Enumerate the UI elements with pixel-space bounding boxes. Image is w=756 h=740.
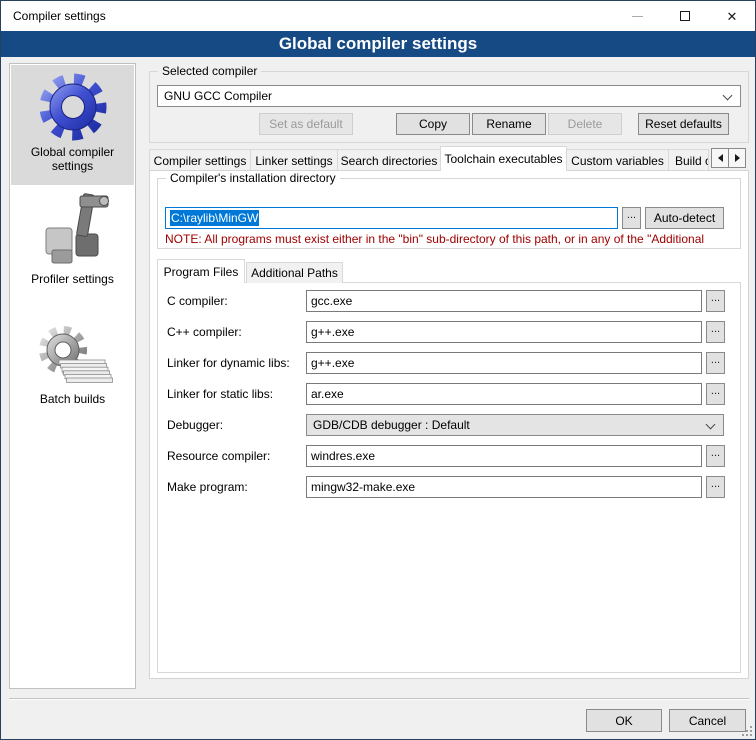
resource-compiler-value: windres.exe (311, 449, 375, 463)
group-legend: Compiler's installation directory (166, 171, 340, 185)
c-compiler-input[interactable]: gcc.exe (306, 290, 702, 312)
titlebar: Compiler settings ✕ (1, 1, 755, 31)
tab-scroll-right-button[interactable] (728, 148, 746, 168)
resource-compiler-browse-button[interactable]: ... (706, 445, 725, 467)
rename-button[interactable]: Rename (472, 113, 546, 135)
cpp-compiler-input[interactable]: g++.exe (306, 321, 702, 343)
group-legend: Selected compiler (158, 64, 261, 78)
sidebar-item-profiler-settings[interactable]: Profiler settings (11, 190, 134, 292)
caliper-blocks-icon (34, 190, 112, 272)
resource-compiler-input[interactable]: windres.exe (306, 445, 702, 467)
footer-divider (9, 698, 749, 700)
make-program-label: Make program: (167, 476, 305, 498)
compiler-select[interactable]: GNU GCC Compiler (157, 85, 741, 107)
sidebar-item-label: Batch builds (11, 392, 134, 406)
copy-button[interactable]: Copy (396, 113, 470, 135)
cpp-compiler-label: C++ compiler: (167, 321, 305, 343)
settings-tabstrip: Compiler settings Linker settings Search… (149, 146, 711, 171)
c-compiler-value: gcc.exe (311, 294, 352, 308)
subtab-additional-paths[interactable]: Additional Paths (246, 262, 343, 283)
reset-defaults-button[interactable]: Reset defaults (638, 113, 729, 135)
make-program-browse-button[interactable]: ... (706, 476, 725, 498)
tab-scroll-left-button[interactable] (711, 148, 729, 168)
resource-compiler-label: Resource compiler: (167, 445, 305, 467)
linker-dynamic-input[interactable]: g++.exe (306, 352, 702, 374)
linker-dynamic-value: g++.exe (311, 356, 354, 370)
close-button[interactable]: ✕ (709, 1, 755, 31)
debugger-label: Debugger: (167, 414, 305, 436)
gray-gear-stack-icon (33, 324, 113, 392)
compiler-settings-window: Compiler settings ✕ Global compiler sett… (0, 0, 756, 740)
window-title: Compiler settings (13, 1, 106, 31)
page-title: Global compiler settings (279, 34, 477, 53)
ok-button[interactable]: OK (586, 709, 662, 732)
tab-build-options[interactable]: Build options (668, 149, 709, 171)
sidebar-item-label: Global compiler settings (11, 145, 134, 173)
minimize-icon (632, 16, 643, 17)
c-compiler-browse-button[interactable]: ... (706, 290, 725, 312)
debugger-value: GDB/CDB debugger : Default (313, 418, 470, 432)
make-program-input[interactable]: mingw32-make.exe (306, 476, 702, 498)
note-text: NOTE: All programs must exist either in … (165, 232, 735, 246)
linker-dynamic-label: Linker for dynamic libs: (167, 352, 305, 374)
cancel-button[interactable]: Cancel (669, 709, 746, 732)
tab-scroll-buttons (711, 148, 745, 168)
dialog-header: Global compiler settings (1, 31, 755, 57)
settings-sidebar: Global compiler settings Profiler settin… (9, 63, 136, 689)
browse-directory-button[interactable]: ... (622, 207, 641, 229)
blue-gear-icon (35, 69, 111, 145)
make-program-value: mingw32-make.exe (311, 480, 415, 494)
auto-detect-button[interactable]: Auto-detect (645, 207, 724, 229)
installation-directory-value: C:\raylib\MinGW (170, 210, 259, 226)
cpp-compiler-browse-button[interactable]: ... (706, 321, 725, 343)
subtab-program-files[interactable]: Program Files (157, 259, 245, 283)
linker-static-browse-button[interactable]: ... (706, 383, 725, 405)
chevron-down-icon (706, 420, 716, 430)
linker-dynamic-browse-button[interactable]: ... (706, 352, 725, 374)
sidebar-item-global-compiler-settings[interactable]: Global compiler settings (11, 65, 134, 185)
compiler-select-value: GNU GCC Compiler (164, 89, 272, 103)
set-as-default-button[interactable]: Set as default (259, 113, 353, 135)
delete-button[interactable]: Delete (548, 113, 622, 135)
maximize-button[interactable] (662, 1, 708, 31)
linker-static-label: Linker for static libs: (167, 383, 305, 405)
close-icon: ✕ (727, 10, 738, 23)
triangle-right-icon (735, 154, 740, 162)
installation-directory-input[interactable]: C:\raylib\MinGW (165, 207, 618, 229)
cpp-compiler-value: g++.exe (311, 325, 354, 339)
tab-toolchain-executables[interactable]: Toolchain executables (440, 146, 567, 171)
maximize-icon (680, 11, 690, 21)
triangle-left-icon (718, 154, 723, 162)
linker-static-input[interactable]: ar.exe (306, 383, 702, 405)
resize-grip[interactable] (742, 726, 752, 736)
c-compiler-label: C compiler: (167, 290, 305, 312)
tab-search-directories[interactable]: Search directories (337, 149, 441, 171)
tab-linker-settings[interactable]: Linker settings (250, 149, 338, 171)
tab-custom-variables[interactable]: Custom variables (566, 149, 669, 171)
chevron-down-icon (723, 91, 733, 101)
sidebar-item-batch-builds[interactable]: Batch builds (11, 320, 134, 430)
linker-static-value: ar.exe (311, 387, 344, 401)
sidebar-item-label: Profiler settings (11, 272, 134, 286)
minimize-button[interactable] (614, 1, 660, 31)
debugger-select[interactable]: GDB/CDB debugger : Default (306, 414, 724, 436)
tab-compiler-settings[interactable]: Compiler settings (149, 149, 251, 171)
